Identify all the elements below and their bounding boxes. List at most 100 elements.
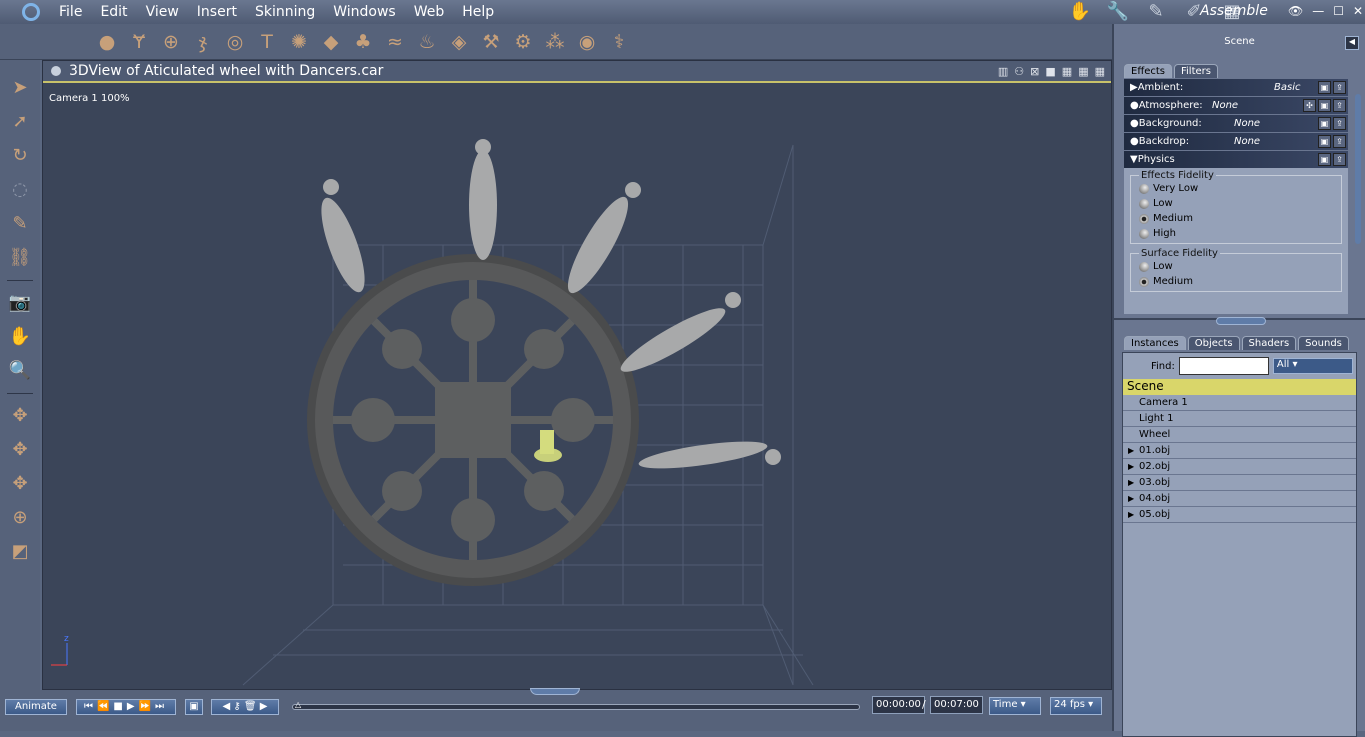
rotate-icon[interactable]: ↻	[6, 142, 34, 170]
move-yz-icon[interactable]: ✥	[6, 470, 34, 498]
effects-scrollbar[interactable]	[1355, 94, 1361, 244]
animate-button[interactable]: Animate	[5, 699, 67, 715]
radio-very-low[interactable]: Very Low	[1139, 181, 1333, 196]
effect-backdrop[interactable]: ● Backdrop: None ▣ ⇪	[1124, 133, 1348, 150]
expand-icon[interactable]: ▶	[1128, 491, 1134, 507]
loop-icon[interactable]: ▣	[185, 699, 203, 715]
load-icon[interactable]: ⇪	[1333, 153, 1346, 166]
playback-controls[interactable]: ⏮⏪■▶⏩⏭	[76, 699, 176, 715]
current-time-field[interactable]: 00:00:00	[872, 696, 925, 714]
move-xz-icon[interactable]: ✥	[6, 436, 34, 464]
camera-icon[interactable]: ⚙	[510, 29, 536, 55]
expand-icon[interactable]: ▶	[1128, 443, 1134, 459]
save-icon[interactable]: ▣	[1318, 99, 1331, 112]
collapse-panel-icon[interactable]: ◀	[1345, 36, 1359, 50]
list-item[interactable]: ▶ 02.obj	[1123, 459, 1356, 475]
scene-root[interactable]: Scene	[1123, 379, 1356, 395]
globe-icon[interactable]: ⊕	[158, 29, 184, 55]
effect-value[interactable]: None	[1234, 118, 1260, 129]
fire-icon[interactable]: ♨	[414, 29, 440, 55]
app-logo[interactable]	[22, 3, 40, 21]
hand-room-icon[interactable]: ✋	[1067, 2, 1093, 22]
goblet-icon[interactable]: Ɏ	[126, 29, 152, 55]
maximize-icon[interactable]: ☐	[1333, 4, 1344, 18]
render-icon[interactable]: ⊠	[1030, 65, 1039, 78]
menu-windows[interactable]: Windows	[324, 4, 405, 20]
edit-icon[interactable]: ✣	[1303, 99, 1316, 112]
menu-skinning[interactable]: Skinning	[246, 4, 324, 20]
list-item[interactable]: ▶ 01.obj	[1123, 443, 1356, 459]
expand-icon[interactable]: ▶	[1128, 507, 1134, 523]
tab-effects[interactable]: Effects	[1124, 64, 1172, 78]
find-input[interactable]	[1178, 357, 1269, 375]
load-icon[interactable]: ⇪	[1333, 99, 1346, 112]
tab-instances[interactable]: Instances	[1124, 336, 1186, 350]
box-icon[interactable]: ◈	[446, 29, 472, 55]
load-icon[interactable]: ⇪	[1333, 81, 1346, 94]
list-item[interactable]: ▶ 04.obj	[1123, 491, 1356, 507]
minimize-icon[interactable]: —	[1312, 4, 1324, 18]
expand-icon[interactable]: ▶	[1128, 459, 1134, 475]
find-filter-select[interactable]: All ▾	[1272, 358, 1353, 374]
timeline-scrubber[interactable]: △	[292, 700, 860, 710]
sphere-icon[interactable]: ●	[94, 29, 120, 55]
save-icon[interactable]: ▣	[1318, 81, 1331, 94]
scale-icon[interactable]: ◌	[6, 176, 34, 204]
tab-shaders[interactable]: Shaders	[1241, 336, 1297, 350]
torch-icon[interactable]: ⚒	[478, 29, 504, 55]
eyedropper-icon[interactable]: ✎	[6, 210, 34, 238]
view-quad-icon[interactable]: ▦	[1062, 65, 1072, 78]
total-time-field[interactable]: 00:07:00	[930, 696, 983, 714]
save-icon[interactable]: ▣	[1318, 153, 1331, 166]
panel-collapse-handle[interactable]	[530, 688, 580, 695]
list-item[interactable]: Camera 1	[1123, 395, 1356, 411]
view-grid-icon[interactable]: ▦	[1078, 65, 1088, 78]
wrench-room-icon[interactable]: 🔧	[1105, 2, 1131, 22]
expand-icon[interactable]: ▶	[1128, 475, 1134, 491]
menu-help[interactable]: Help	[453, 4, 503, 20]
menu-insert[interactable]: Insert	[188, 4, 246, 20]
camera-icon[interactable]: 📷	[6, 289, 34, 317]
radio-medium[interactable]: Medium	[1139, 274, 1333, 289]
panel-divider[interactable]	[1114, 317, 1365, 326]
effect-physics[interactable]: ▼ Physics ▣ ⇪	[1124, 151, 1348, 168]
fog-icon[interactable]: ≈	[382, 29, 408, 55]
radio-low[interactable]: Low	[1139, 259, 1333, 274]
list-item[interactable]: Wheel	[1123, 427, 1356, 443]
effect-value[interactable]: None	[1234, 136, 1260, 147]
view-grid2-icon[interactable]: ▦	[1095, 65, 1105, 78]
tree-icon[interactable]: ♣	[350, 29, 376, 55]
scrubber-handle[interactable]: △	[295, 700, 301, 709]
pen-room-icon[interactable]: ✎	[1143, 2, 1169, 22]
save-icon[interactable]: ▣	[1318, 135, 1331, 148]
radio-high[interactable]: High	[1139, 226, 1333, 241]
time-mode-select[interactable]: Time ▾	[989, 697, 1041, 715]
list-item[interactable]: Light 1	[1123, 411, 1356, 427]
cube-view-icon[interactable]: ◩	[6, 538, 34, 566]
bone-icon[interactable]: ⚕	[606, 29, 632, 55]
list-item[interactable]: ▶ 05.obj	[1123, 507, 1356, 523]
close-icon[interactable]: ✕	[1353, 4, 1363, 18]
tab-objects[interactable]: Objects	[1187, 336, 1240, 350]
effect-background[interactable]: ● Background: None ▣ ⇪	[1124, 115, 1348, 132]
bone-tree-icon[interactable]: ⁂	[542, 29, 568, 55]
eye-icon[interactable]: 👁	[1288, 4, 1303, 18]
move-icon[interactable]: ➚	[6, 108, 34, 136]
link-icon[interactable]: ⛓	[6, 244, 34, 272]
save-icon[interactable]: ▣	[1318, 117, 1331, 130]
layout-icon[interactable]: ▥	[998, 65, 1008, 78]
menu-view[interactable]: View	[137, 4, 188, 20]
trackball-icon[interactable]: ⊕	[6, 504, 34, 532]
menu-edit[interactable]: Edit	[91, 4, 136, 20]
3d-scene[interactable]: z	[43, 85, 1111, 689]
effect-atmosphere[interactable]: ● Atmosphere: None ✣ ▣ ⇪	[1124, 97, 1348, 114]
window-dot-icon[interactable]	[51, 66, 61, 76]
effect-value[interactable]: Basic	[1274, 82, 1300, 93]
tab-sounds[interactable]: Sounds	[1298, 336, 1349, 350]
gear-ball-icon[interactable]: ✺	[286, 29, 312, 55]
landscape-icon[interactable]: ◆	[318, 29, 344, 55]
list-item[interactable]: ▶ 03.obj	[1123, 475, 1356, 491]
menu-web[interactable]: Web	[405, 4, 454, 20]
view-single-icon[interactable]: ■	[1045, 65, 1055, 78]
load-icon[interactable]: ⇪	[1333, 117, 1346, 130]
